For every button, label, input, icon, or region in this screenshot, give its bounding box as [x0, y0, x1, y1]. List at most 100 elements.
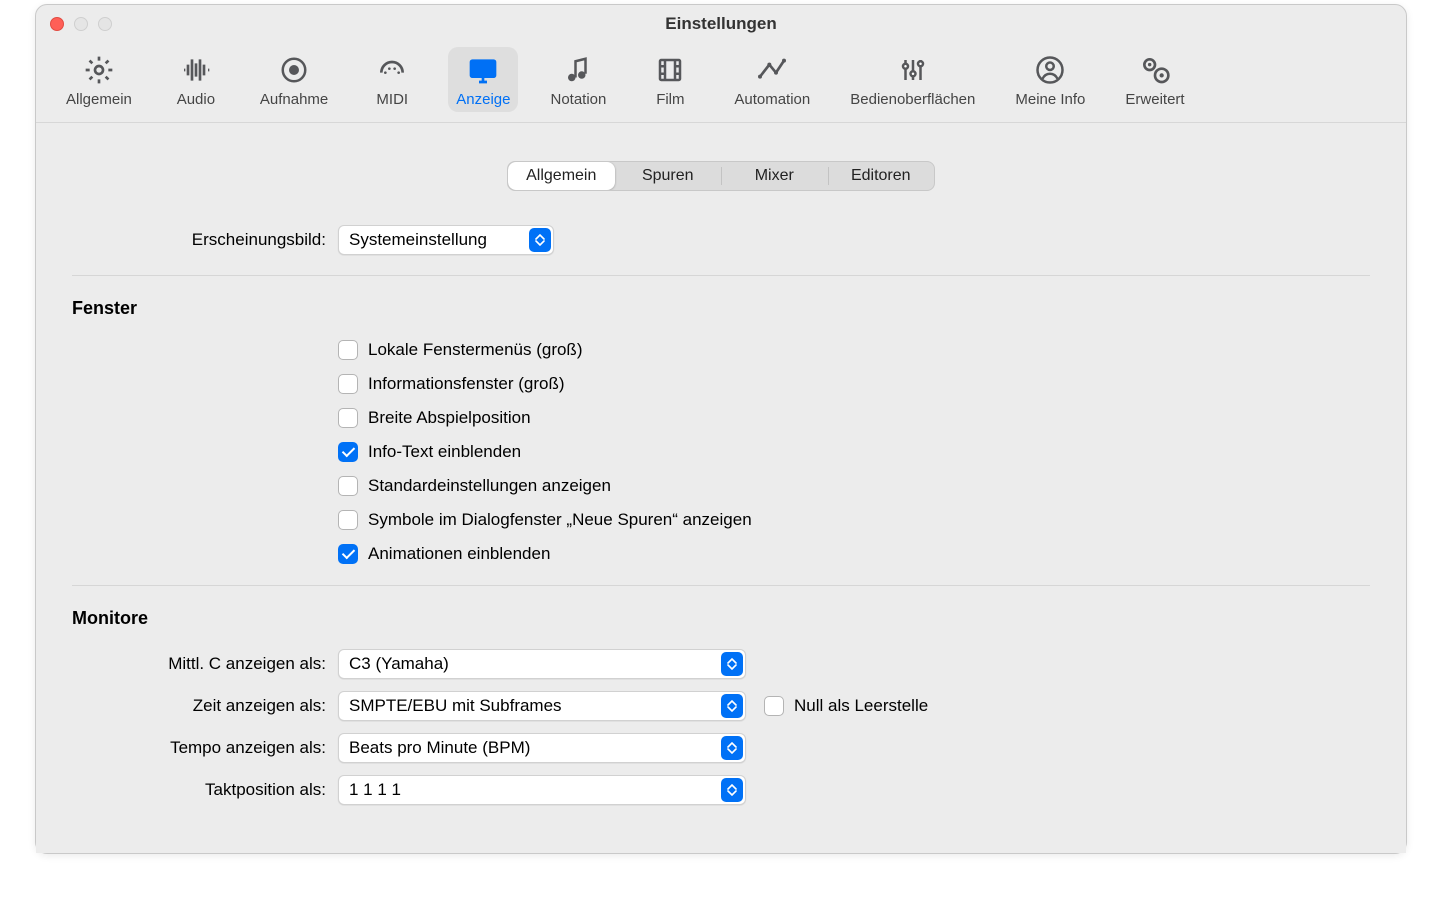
toolbar-item-control-surfaces[interactable]: Bedienoberflächen — [842, 47, 983, 112]
checkbox-show-anim[interactable] — [338, 544, 358, 564]
position-value: 1 1 1 1 — [349, 780, 713, 800]
checkbox-info-window[interactable] — [338, 374, 358, 394]
toolbar-label: Film — [656, 91, 684, 108]
checkbox-row-new-tracks-icons: Symbole im Dialogfenster „Neue Spuren“ a… — [72, 503, 1370, 537]
checkbox-row-wide-playhead: Breite Abspielposition — [72, 401, 1370, 435]
checkbox-row-show-info: Info-Text einblenden — [72, 435, 1370, 469]
zero-as-blank-row: Null als Leerstelle — [764, 696, 928, 716]
display-icon — [466, 53, 500, 87]
popup-stepper-icon — [721, 736, 743, 760]
toolbar-label: Erweitert — [1125, 91, 1184, 108]
checkbox-show-info[interactable] — [338, 442, 358, 462]
toolbar-item-film[interactable]: Film — [638, 47, 702, 112]
toolbar-item-general[interactable]: Allgemein — [58, 47, 140, 112]
checkbox-row-show-anim: Animationen einblenden — [72, 537, 1370, 571]
window-controls — [50, 17, 112, 31]
toolbar-label: Notation — [550, 91, 606, 108]
zoom-button[interactable] — [98, 17, 112, 31]
notation-icon — [561, 53, 595, 87]
appearance-popup[interactable]: Systemeinstellung — [338, 225, 554, 255]
time-popup[interactable]: SMPTE/EBU mit Subframes — [338, 691, 746, 721]
separator — [72, 275, 1370, 276]
tab-tracks[interactable]: Spuren — [615, 162, 722, 190]
checkbox-show-defaults[interactable] — [338, 476, 358, 496]
minimize-button[interactable] — [74, 17, 88, 31]
checkbox-label: Informationsfenster (groß) — [368, 374, 565, 394]
checkbox-label: Breite Abspielposition — [368, 408, 531, 428]
window-title: Einstellungen — [36, 14, 1406, 34]
toolbar-label: Meine Info — [1015, 91, 1085, 108]
tempo-popup[interactable]: Beats pro Minute (BPM) — [338, 733, 746, 763]
tab-label: Mixer — [755, 167, 794, 185]
gear-icon — [82, 53, 116, 87]
middle-c-label: Mittl. C anzeigen als: — [72, 654, 338, 674]
checkbox-row-show-defaults: Standardeinstellungen anzeigen — [72, 469, 1370, 503]
tab-editors[interactable]: Editoren — [828, 162, 935, 190]
checkbox-local-menus[interactable] — [338, 340, 358, 360]
checkbox-wide-playhead[interactable] — [338, 408, 358, 428]
toolbar-label: Bedienoberflächen — [850, 91, 975, 108]
section-windows-header: Fenster — [72, 298, 1370, 319]
toolbar-label: Automation — [734, 91, 810, 108]
tab-mixer[interactable]: Mixer — [721, 162, 828, 190]
checkbox-label: Info-Text einblenden — [368, 442, 521, 462]
toolbar-item-audio[interactable]: Audio — [164, 47, 228, 112]
tempo-label: Tempo anzeigen als: — [72, 738, 338, 758]
preferences-window: Einstellungen Allgemein Audio Aufnahme — [35, 4, 1407, 854]
toolbar-item-notation[interactable]: Notation — [542, 47, 614, 112]
checkbox-label: Lokale Fenstermenüs (groß) — [368, 340, 582, 360]
toolbar-label: Aufnahme — [260, 91, 328, 108]
popup-stepper-icon — [721, 694, 743, 718]
middle-c-value: C3 (Yamaha) — [349, 654, 713, 674]
toolbar-label: MIDI — [376, 91, 408, 108]
toolbar-item-automation[interactable]: Automation — [726, 47, 818, 112]
toolbar-label: Anzeige — [456, 91, 510, 108]
tempo-row: Tempo anzeigen als: Beats pro Minute (BP… — [72, 727, 1370, 769]
toolbar-item-display[interactable]: Anzeige — [448, 47, 518, 112]
middle-c-row: Mittl. C anzeigen als: C3 (Yamaha) — [72, 643, 1370, 685]
appearance-label: Erscheinungsbild: — [72, 230, 338, 250]
time-row: Zeit anzeigen als: SMPTE/EBU mit Subfram… — [72, 685, 1370, 727]
toolbar-item-advanced[interactable]: Erweitert — [1117, 47, 1192, 112]
titlebar: Einstellungen — [36, 5, 1406, 43]
checkbox-label: Animationen einblenden — [368, 544, 550, 564]
separator — [72, 585, 1370, 586]
middle-c-popup[interactable]: C3 (Yamaha) — [338, 649, 746, 679]
checkbox-row-info-window: Informationsfenster (groß) — [72, 367, 1370, 401]
film-icon — [653, 53, 687, 87]
checkbox-label: Null als Leerstelle — [794, 696, 928, 716]
close-button[interactable] — [50, 17, 64, 31]
time-value: SMPTE/EBU mit Subframes — [349, 696, 713, 716]
checkbox-label: Standardeinstellungen anzeigen — [368, 476, 611, 496]
toolbar-item-midi[interactable]: MIDI — [360, 47, 424, 112]
toolbar: Allgemein Audio Aufnahme MIDI Anzeige — [36, 43, 1406, 123]
toolbar-label: Allgemein — [66, 91, 132, 108]
toolbar-item-recording[interactable]: Aufnahme — [252, 47, 336, 112]
checkbox-label: Symbole im Dialogfenster „Neue Spuren“ a… — [368, 510, 752, 530]
popup-stepper-icon — [721, 778, 743, 802]
appearance-row: Erscheinungsbild: Systemeinstellung — [72, 219, 1370, 261]
tab-label: Spuren — [642, 167, 694, 185]
checkbox-new-tracks-icons[interactable] — [338, 510, 358, 530]
waveform-icon — [179, 53, 213, 87]
sliders-icon — [896, 53, 930, 87]
position-label: Taktposition als: — [72, 780, 338, 800]
automation-icon — [755, 53, 789, 87]
sub-tabs: Allgemein Spuren Mixer Editoren — [507, 161, 935, 191]
tab-general[interactable]: Allgemein — [508, 162, 615, 190]
appearance-value: Systemeinstellung — [349, 230, 521, 250]
toolbar-item-my-info[interactable]: Meine Info — [1007, 47, 1093, 112]
person-icon — [1033, 53, 1067, 87]
checkbox-row-local-menus: Lokale Fenstermenüs (groß) — [72, 333, 1370, 367]
tab-label: Allgemein — [526, 167, 596, 185]
checkbox-zero-as-blank[interactable] — [764, 696, 784, 716]
tempo-value: Beats pro Minute (BPM) — [349, 738, 713, 758]
popup-stepper-icon — [721, 652, 743, 676]
section-monitors-header: Monitore — [72, 608, 1370, 629]
content-area: Allgemein Spuren Mixer Editoren Erschein… — [36, 123, 1406, 853]
time-label: Zeit anzeigen als: — [72, 696, 338, 716]
record-icon — [277, 53, 311, 87]
midi-icon — [375, 53, 409, 87]
tab-label: Editoren — [851, 167, 911, 185]
position-popup[interactable]: 1 1 1 1 — [338, 775, 746, 805]
